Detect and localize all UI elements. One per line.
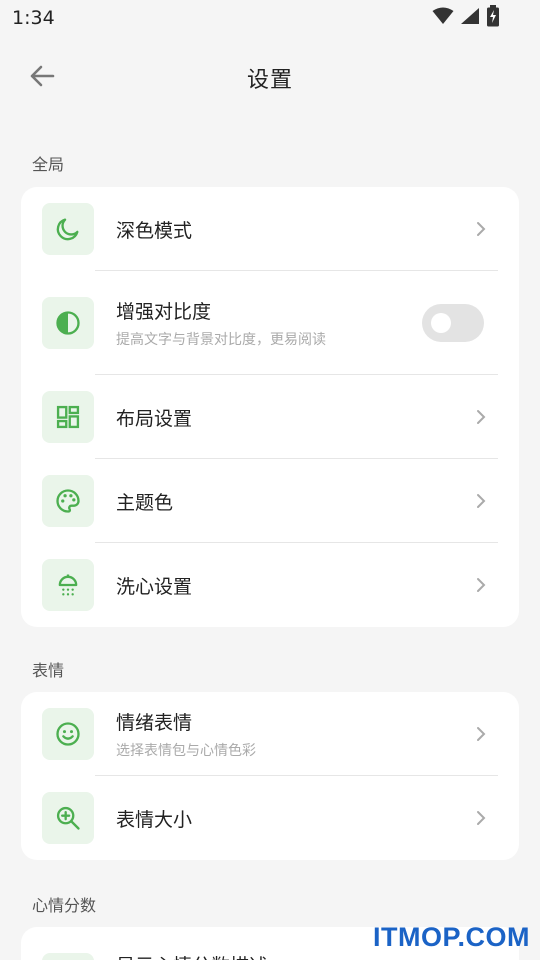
- chevron-right-icon: [475, 408, 489, 426]
- contrast-icon: [42, 297, 94, 349]
- chevron-right-icon: [475, 576, 489, 594]
- toggle-knob: [431, 313, 451, 333]
- settings-card-global: 深色模式 增强对比度 提高文字与背景对比度，更易阅读 布局设置 主题色 洗心设置: [21, 187, 519, 627]
- chevron-right-icon: [475, 220, 489, 238]
- setting-title: 洗心设置: [116, 575, 193, 598]
- setting-subtitle: 提高文字与背景对比度，更易阅读: [116, 332, 326, 348]
- setting-mood-emoji[interactable]: 情绪表情 选择表情包与心情色彩: [21, 692, 519, 776]
- setting-title: 深色模式: [116, 219, 193, 242]
- zoom-in-icon: [42, 792, 94, 844]
- chevron-right-icon: [475, 492, 489, 510]
- palette-icon: [42, 475, 94, 527]
- setting-title: 表情大小: [116, 808, 193, 831]
- wifi-icon: [432, 7, 454, 29]
- shower-icon: [42, 559, 94, 611]
- setting-title: 显示心情分数描述: [116, 951, 268, 960]
- section-label-global: 全局: [32, 155, 65, 174]
- setting-layout[interactable]: 布局设置: [21, 375, 519, 459]
- setting-title: 布局设置: [116, 407, 193, 430]
- chevron-right-icon: [475, 725, 489, 743]
- status-bar: 1:34: [0, 0, 540, 36]
- page-title: 设置: [246, 68, 293, 93]
- high-contrast-toggle[interactable]: [422, 304, 484, 342]
- app-bar: 设置: [0, 48, 540, 108]
- status-icons: [432, 5, 500, 31]
- setting-subtitle: 选择表情包与心情色彩: [116, 743, 256, 759]
- status-time: 1:34: [12, 7, 55, 29]
- chevron-right-icon: [475, 809, 489, 827]
- setting-title: 主题色: [116, 491, 174, 514]
- signal-icon: [460, 7, 480, 29]
- setting-emoji-size[interactable]: 表情大小: [21, 776, 519, 860]
- setting-title: 情绪表情: [116, 712, 193, 734]
- layout-grid-icon: [42, 391, 94, 443]
- score-icon: [42, 953, 94, 960]
- setting-title: 增强对比度: [116, 301, 212, 323]
- smiley-icon: [42, 708, 94, 760]
- moon-icon: [42, 203, 94, 255]
- setting-cleanse[interactable]: 洗心设置: [21, 543, 519, 627]
- section-label-emoji: 表情: [32, 661, 65, 680]
- battery-charging-icon: [486, 5, 500, 31]
- setting-theme-color[interactable]: 主题色: [21, 459, 519, 543]
- watermark: ITMOP.COM: [372, 922, 530, 952]
- setting-dark-mode[interactable]: 深色模式: [21, 187, 519, 271]
- settings-card-emoji: 情绪表情 选择表情包与心情色彩 表情大小: [21, 692, 519, 860]
- setting-high-contrast: 增强对比度 提高文字与背景对比度，更易阅读: [21, 271, 519, 375]
- section-label-score: 心情分数: [32, 896, 97, 915]
